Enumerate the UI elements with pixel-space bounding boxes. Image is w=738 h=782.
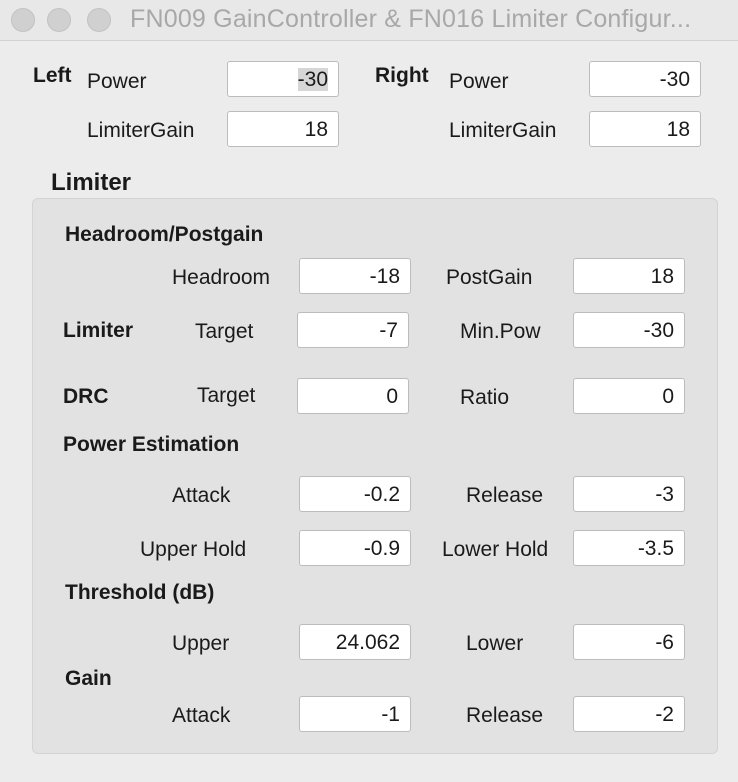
limiter-group-title: Limiter xyxy=(51,169,132,196)
limiter-target-label: Target xyxy=(195,320,254,343)
postgain-field[interactable]: 18 xyxy=(573,258,685,294)
minpow-label: Min.Pow xyxy=(460,320,541,343)
headroom-field[interactable]: -18 xyxy=(299,258,411,294)
right-power-label: Power xyxy=(449,70,509,93)
right-channel-label: Right xyxy=(375,64,429,87)
limiter-target-field[interactable]: -7 xyxy=(297,312,409,348)
config-window: FN009 GainController & FN016 Limiter Con… xyxy=(0,0,738,782)
gain-release-field[interactable]: -2 xyxy=(573,696,685,732)
threshold-upper-field[interactable]: 24.062 xyxy=(299,624,411,660)
postgain-label: PostGain xyxy=(446,266,533,289)
threshold-upper-label: Upper xyxy=(172,632,230,655)
close-window-button[interactable] xyxy=(11,8,35,32)
lower-hold-field[interactable]: -3.5 xyxy=(573,530,685,566)
title-bar: FN009 GainController & FN016 Limiter Con… xyxy=(0,0,738,41)
left-power-field[interactable]: -30 xyxy=(227,61,339,97)
ratio-field[interactable]: 0 xyxy=(573,378,685,414)
power-estimation-header: Power Estimation xyxy=(63,433,240,456)
pe-release-label: Release xyxy=(466,484,544,507)
right-limitergain-field[interactable]: 18 xyxy=(589,111,701,147)
left-channel-label: Left xyxy=(33,64,72,87)
pe-attack-field[interactable]: -0.2 xyxy=(299,476,411,512)
headroom-postgain-header: Headroom/Postgain xyxy=(65,223,264,246)
zoom-window-button[interactable] xyxy=(87,8,111,32)
threshold-header: Threshold (dB) xyxy=(65,581,215,604)
gain-attack-label: Attack xyxy=(172,704,231,727)
window-title: FN009 GainController & FN016 Limiter Con… xyxy=(130,5,692,33)
left-limitergain-field[interactable]: 18 xyxy=(227,111,339,147)
threshold-lower-field[interactable]: -6 xyxy=(573,624,685,660)
minimize-window-button[interactable] xyxy=(47,8,71,32)
left-power-value: -30 xyxy=(297,68,328,91)
headroom-label: Headroom xyxy=(172,266,271,289)
drc-header: DRC xyxy=(63,385,109,408)
left-limitergain-label: LimiterGain xyxy=(87,119,195,142)
ratio-label: Ratio xyxy=(460,386,510,409)
pe-release-field[interactable]: -3 xyxy=(573,476,685,512)
threshold-lower-label: Lower xyxy=(466,632,524,655)
lower-hold-label: Lower Hold xyxy=(442,538,549,561)
gain-attack-field[interactable]: -1 xyxy=(299,696,411,732)
pe-attack-label: Attack xyxy=(172,484,231,507)
gain-release-label: Release xyxy=(466,704,544,727)
minpow-field[interactable]: -30 xyxy=(573,312,685,348)
upper-hold-field[interactable]: -0.9 xyxy=(299,530,411,566)
limiter-row-header: Limiter xyxy=(63,319,134,342)
gain-header: Gain xyxy=(65,667,112,690)
right-limitergain-label: LimiterGain xyxy=(449,119,557,142)
left-power-label: Power xyxy=(87,70,147,93)
right-power-field[interactable]: -30 xyxy=(589,61,701,97)
drc-target-label: Target xyxy=(197,384,256,407)
drc-target-field[interactable]: 0 xyxy=(297,378,409,414)
upper-hold-label: Upper Hold xyxy=(140,538,247,561)
